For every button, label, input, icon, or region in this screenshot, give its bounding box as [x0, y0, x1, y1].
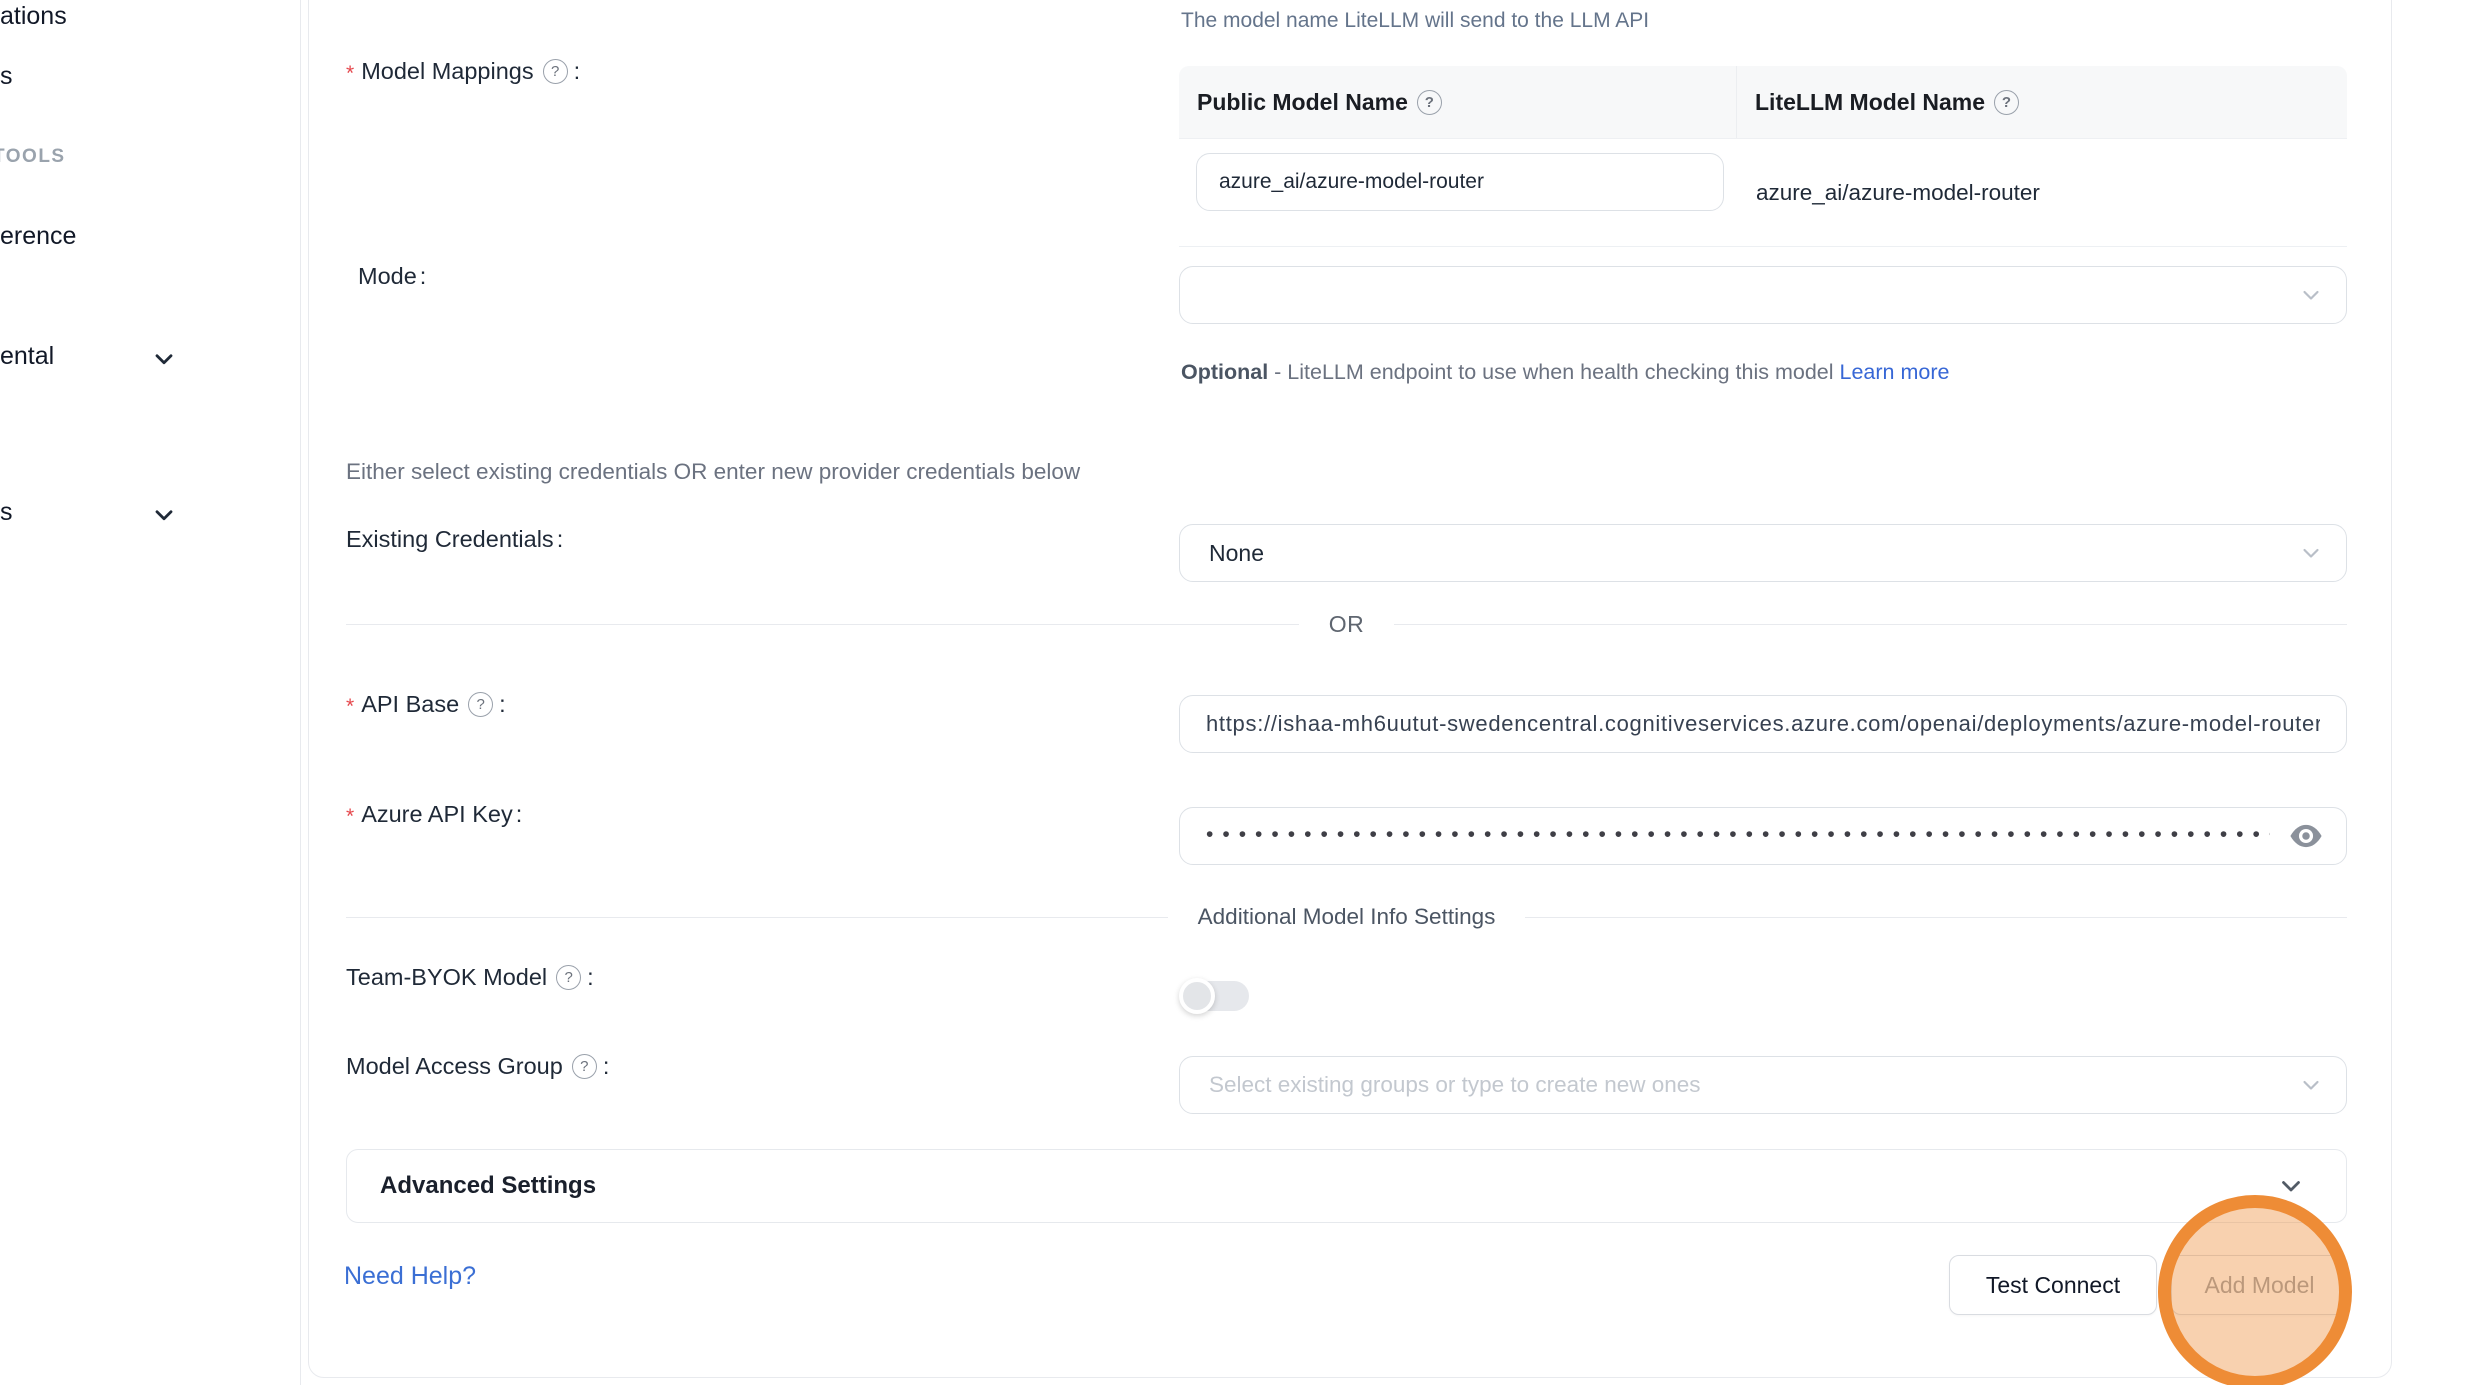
api-base-input[interactable] — [1179, 695, 2347, 753]
litellm-model-name-value: azure_ai/azure-model-router — [1737, 139, 2347, 246]
test-connect-button[interactable]: Test Connect — [1949, 1255, 2157, 1315]
credentials-note: Either select existing credentials OR en… — [346, 459, 1080, 485]
model-name-helper-text: The model name LiteLLM will send to the … — [1181, 9, 1649, 33]
sidebar-item-s2[interactable]: s — [0, 498, 13, 527]
advanced-settings-label: Advanced Settings — [380, 1172, 596, 1200]
required-mark: * — [346, 805, 354, 829]
api-base-label: * API Base ? : — [346, 686, 506, 722]
app-root: ations s TOOLS erence ental s The model … — [0, 0, 2477, 1385]
eye-icon[interactable] — [2288, 821, 2324, 851]
advanced-settings-toggle[interactable]: Advanced Settings — [346, 1149, 2347, 1223]
sidebar: ations s TOOLS erence ental s — [0, 0, 301, 1385]
chevron-down-icon — [150, 501, 178, 529]
question-icon[interactable]: ? — [572, 1054, 597, 1079]
mode-help-text: Optional - LiteLLM endpoint to use when … — [1181, 351, 2041, 393]
model-mappings-label: * Model Mappings ? : — [346, 53, 580, 89]
model-mappings-table-header: Public Model Name ? LiteLLM Model Name ? — [1179, 66, 2347, 139]
mode-label: Mode : — [358, 258, 426, 294]
team-byok-label: Team-BYOK Model ? : — [346, 959, 594, 995]
model-access-group-label: Model Access Group ? : — [346, 1048, 609, 1084]
public-model-name-header: Public Model Name ? — [1179, 66, 1737, 138]
chevron-down-icon — [2298, 1072, 2324, 1098]
add-model-card: The model name LiteLLM will send to the … — [308, 0, 2392, 1378]
sidebar-item-ations[interactable]: ations — [0, 2, 67, 31]
question-icon[interactable]: ? — [1417, 90, 1442, 115]
learn-more-link[interactable]: Learn more — [1840, 360, 1950, 384]
question-icon[interactable]: ? — [543, 59, 568, 84]
sidebar-item-erence[interactable]: erence — [0, 222, 76, 251]
existing-credentials-select[interactable]: None — [1179, 524, 2347, 582]
additional-settings-divider: Additional Model Info Settings — [346, 904, 2347, 930]
sidebar-section-tools: TOOLS — [0, 146, 66, 168]
select-placeholder: Select existing groups or type to create… — [1209, 1072, 1701, 1098]
model-access-group-select[interactable]: Select existing groups or type to create… — [1179, 1056, 2347, 1114]
required-mark: * — [346, 62, 354, 86]
chevron-down-icon — [2298, 282, 2324, 308]
azure-api-key-input[interactable]: ••••••••••••••••••••••••••••••••••••••••… — [1179, 807, 2347, 865]
mode-select[interactable] — [1179, 266, 2347, 324]
question-icon[interactable]: ? — [556, 965, 581, 990]
required-mark: * — [346, 695, 354, 719]
chevron-down-icon — [2276, 1171, 2306, 1201]
team-byok-toggle[interactable] — [1181, 981, 1249, 1011]
masked-password-value: ••••••••••••••••••••••••••••••••••••••••… — [1206, 823, 2270, 847]
question-icon[interactable]: ? — [468, 692, 493, 717]
azure-api-key-label: * Azure API Key : — [346, 796, 522, 832]
chevron-down-icon — [2298, 540, 2324, 566]
toggle-knob — [1179, 978, 1215, 1014]
public-model-name-input[interactable] — [1196, 153, 1724, 211]
question-icon[interactable]: ? — [1994, 90, 2019, 115]
table-row: azure_ai/azure-model-router — [1179, 139, 2347, 246]
add-model-button[interactable]: Add Model — [2171, 1255, 2348, 1315]
sidebar-item-s1[interactable]: s — [0, 62, 13, 91]
chevron-down-icon — [150, 345, 178, 373]
model-mappings-table: Public Model Name ? LiteLLM Model Name ?… — [1179, 66, 2347, 247]
sidebar-item-ental[interactable]: ental — [0, 342, 54, 371]
need-help-link[interactable]: Need Help? — [344, 1262, 476, 1291]
or-divider: OR — [346, 611, 2347, 637]
existing-credentials-label: Existing Credentials : — [346, 521, 563, 557]
litellm-model-name-header: LiteLLM Model Name ? — [1737, 66, 2347, 138]
